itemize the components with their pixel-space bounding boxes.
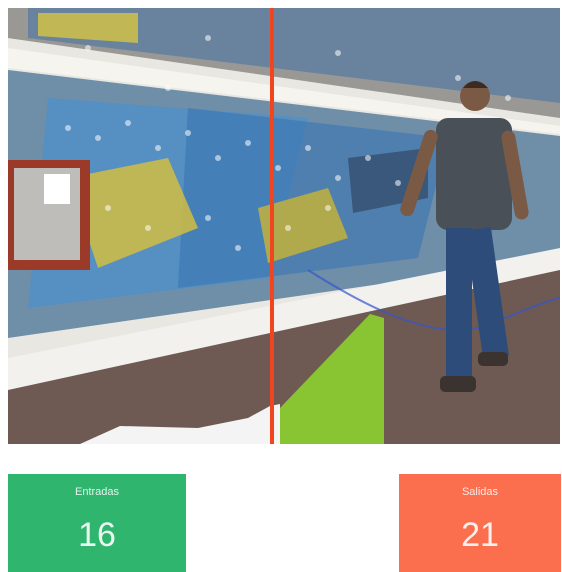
entradas-label: Entradas	[74, 486, 120, 498]
salidas-label: Salidas	[461, 486, 499, 498]
camera-feed	[8, 8, 560, 444]
salidas-counter: Salidas 21	[399, 474, 561, 572]
entradas-value: 16	[78, 516, 116, 554]
camera-scene	[8, 8, 560, 444]
salidas-value: 21	[461, 516, 499, 554]
entradas-counter: Entradas 16	[8, 474, 186, 572]
counting-line	[270, 8, 274, 444]
